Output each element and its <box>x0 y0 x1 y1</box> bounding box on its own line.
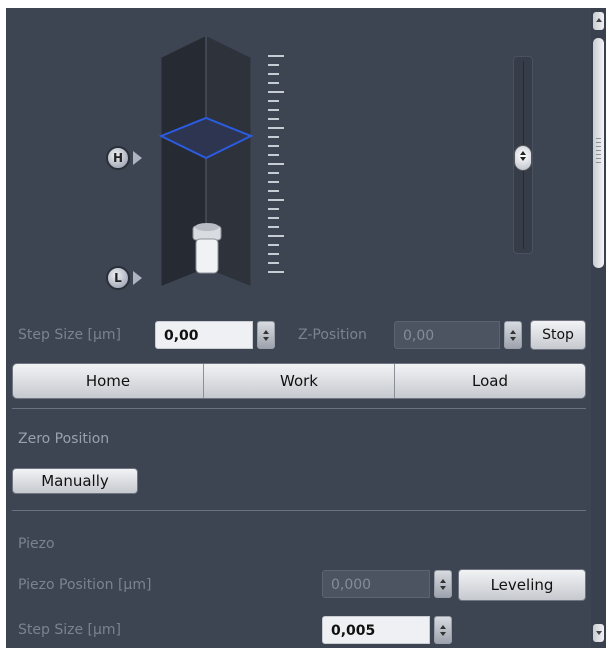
scroll-up-button[interactable] <box>593 12 604 30</box>
divider <box>12 408 586 409</box>
z-position-spinner[interactable] <box>504 321 522 349</box>
piezo-step-size-label: Step Size [µm] <box>18 622 121 638</box>
piezo-position-spinbox[interactable]: 0,000 <box>322 570 452 598</box>
spin-up-icon <box>440 624 446 629</box>
objective-icon <box>192 223 222 274</box>
divider <box>12 510 586 511</box>
z-position-spinbox[interactable]: 0,00 <box>394 321 522 349</box>
zero-position-heading: Zero Position <box>18 431 110 447</box>
focus-drive-illustration <box>158 36 284 286</box>
high-marker[interactable]: H <box>106 146 130 170</box>
focus-slider-thumb[interactable] <box>514 145 532 171</box>
work-button[interactable]: Work <box>203 364 394 398</box>
z-position-label: Z-Position <box>298 327 367 343</box>
thumb-down-icon <box>520 157 526 161</box>
spin-up-icon <box>263 329 269 334</box>
piezo-step-size-input[interactable]: 0,005 <box>322 616 430 644</box>
grip-icon <box>596 138 601 166</box>
spin-down-icon <box>440 631 446 636</box>
low-marker[interactable]: L <box>106 266 130 290</box>
step-size-spinner[interactable] <box>257 321 275 349</box>
step-size-label: Step Size [µm] <box>18 327 121 343</box>
load-button[interactable]: Load <box>394 364 585 398</box>
spin-up-icon <box>440 578 446 583</box>
vertical-scrollbar[interactable] <box>591 8 606 648</box>
scroll-down-icon <box>595 631 602 635</box>
spin-up-icon <box>510 329 516 334</box>
z-position-input[interactable]: 0,00 <box>394 321 500 349</box>
spin-down-icon <box>510 336 516 341</box>
piezo-position-input[interactable]: 0,000 <box>322 570 430 598</box>
height-scale <box>268 55 284 273</box>
scroll-down-button[interactable] <box>593 624 604 642</box>
spin-down-icon <box>263 336 269 341</box>
spin-down-icon <box>440 585 446 590</box>
position-buttons: Home Work Load <box>12 363 586 399</box>
stop-button[interactable]: Stop <box>530 320 586 350</box>
step-size-spinbox[interactable]: 0,00 <box>155 321 275 349</box>
home-button[interactable]: Home <box>13 364 203 398</box>
piezo-step-size-spinbox[interactable]: 0,005 <box>322 616 452 644</box>
scroll-thumb[interactable] <box>593 38 604 268</box>
piezo-heading: Piezo <box>18 536 55 552</box>
thumb-up-icon <box>520 151 526 155</box>
manually-button[interactable]: Manually <box>12 468 138 494</box>
step-size-input[interactable]: 0,00 <box>155 321 253 349</box>
leveling-button[interactable]: Leveling <box>458 569 586 601</box>
scroll-up-icon <box>595 18 602 22</box>
piezo-step-size-spinner[interactable] <box>434 616 452 644</box>
piezo-position-spinner[interactable] <box>434 570 452 598</box>
low-pointer-icon <box>133 271 142 285</box>
high-pointer-icon <box>133 151 142 165</box>
focus-panel: H L Step Size [µm] 0,00 Z-Position 0,00 … <box>6 8 606 648</box>
piezo-position-label: Piezo Position [µm] <box>18 577 152 593</box>
